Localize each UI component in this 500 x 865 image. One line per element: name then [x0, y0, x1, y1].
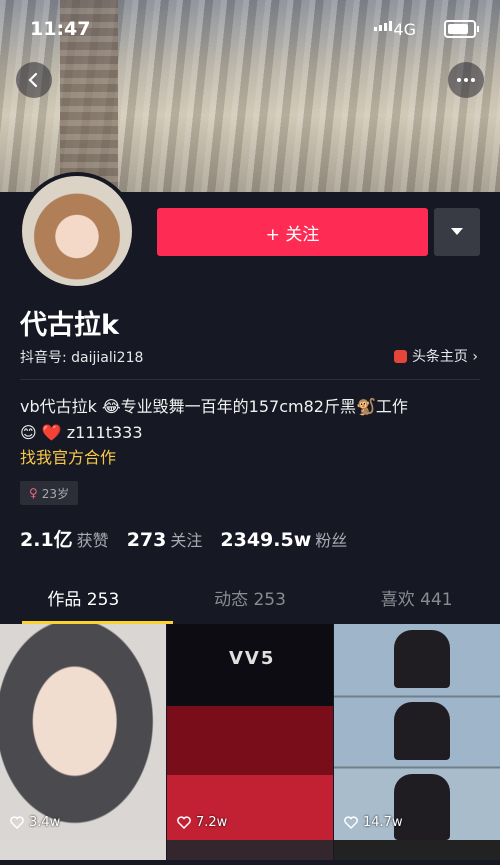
heart-outline-icon: [10, 816, 24, 829]
tab-moments[interactable]: 动态 253: [167, 578, 334, 624]
video-thumbnail[interactable]: VV5 7.2w: [167, 624, 333, 840]
avatar[interactable]: [18, 172, 136, 290]
stat-likes: 2.1亿 获赞: [20, 525, 109, 552]
bio-line-2: 😊 ❤️ z111t333: [20, 423, 143, 442]
stat-following[interactable]: 273 关注: [127, 527, 203, 551]
official-cooperation-link[interactable]: 找我官方合作: [20, 444, 116, 468]
profile-tabs: 作品 253 动态 253 喜欢 441: [0, 578, 500, 624]
tab-works[interactable]: 作品 253: [0, 578, 167, 624]
network-label: 4G: [393, 20, 416, 39]
video-likes: 3.4w: [10, 815, 60, 830]
more-button[interactable]: [448, 62, 484, 98]
douyin-id: 抖音号: daijiali218: [20, 350, 144, 366]
battery-icon: [444, 20, 479, 38]
stat-following-value: 273: [126, 529, 167, 551]
tab-likes[interactable]: 喜欢 441: [333, 578, 500, 624]
stat-following-label: 关注: [170, 531, 203, 550]
back-button[interactable]: [16, 62, 52, 98]
stats-row: 2.1亿 获赞 273 关注 2349.5w 粉丝: [20, 525, 347, 552]
stat-followers-label: 粉丝: [315, 531, 348, 550]
video-likes-count: 7.2w: [196, 815, 228, 830]
stat-likes-value: 2.1亿: [20, 529, 73, 551]
status-time: 11:47: [30, 18, 91, 40]
video-figure: [394, 702, 450, 760]
video-thumbnail[interactable]: [0, 840, 166, 860]
avatar-image: [22, 176, 132, 286]
video-thumbnail[interactable]: 3.4w: [0, 624, 166, 840]
profile-name: 代古拉k: [20, 310, 119, 341]
bio: vb代古拉k 😂专业毁舞一百年的157cm82斤黑🐒工作 😊 ❤️ z111t3…: [20, 394, 480, 446]
back-arrow-icon: [28, 72, 38, 88]
toutiao-icon: [393, 349, 407, 363]
video-likes-count: 14.7w: [363, 815, 403, 830]
car-logo-text: VV5: [229, 648, 276, 669]
divider: [20, 379, 480, 380]
video-likes: 7.2w: [177, 815, 227, 830]
toutiao-label: 头条主页 ›: [411, 349, 478, 365]
toutiao-homepage-link[interactable]: 头条主页 ›: [393, 346, 478, 366]
video-likes: 14.7w: [344, 815, 403, 830]
female-icon: ♀: [29, 486, 38, 500]
status-bar: 11:47 4G: [0, 0, 500, 58]
video-likes-count: 3.4w: [29, 815, 61, 830]
triangle-down-icon: [451, 228, 463, 235]
video-figure: [394, 630, 450, 688]
stat-followers[interactable]: 2349.5w 粉丝: [220, 527, 347, 551]
follow-button[interactable]: + 关注: [157, 208, 428, 256]
age-label: 23岁: [41, 486, 70, 501]
age-tag: ♀ 23岁: [20, 481, 79, 505]
video-grid: 3.4w VV5 7.2w 14.7w: [0, 624, 500, 860]
bio-line-1: vb代古拉k 😂专业毁舞一百年的157cm82斤黑🐒工作: [20, 397, 408, 416]
video-thumbnail[interactable]: [334, 840, 500, 860]
more-dots-icon: [457, 78, 475, 82]
stat-likes-label: 获赞: [76, 531, 109, 550]
video-thumbnail[interactable]: [167, 840, 333, 860]
video-figure: [394, 774, 450, 840]
signal-icon: [374, 21, 392, 31]
video-thumbnail[interactable]: 14.7w: [334, 624, 500, 840]
recommend-dropdown-button[interactable]: [434, 208, 480, 256]
heart-outline-icon: [177, 816, 191, 829]
stat-followers-value: 2349.5w: [220, 529, 312, 551]
heart-outline-icon: [344, 816, 358, 829]
